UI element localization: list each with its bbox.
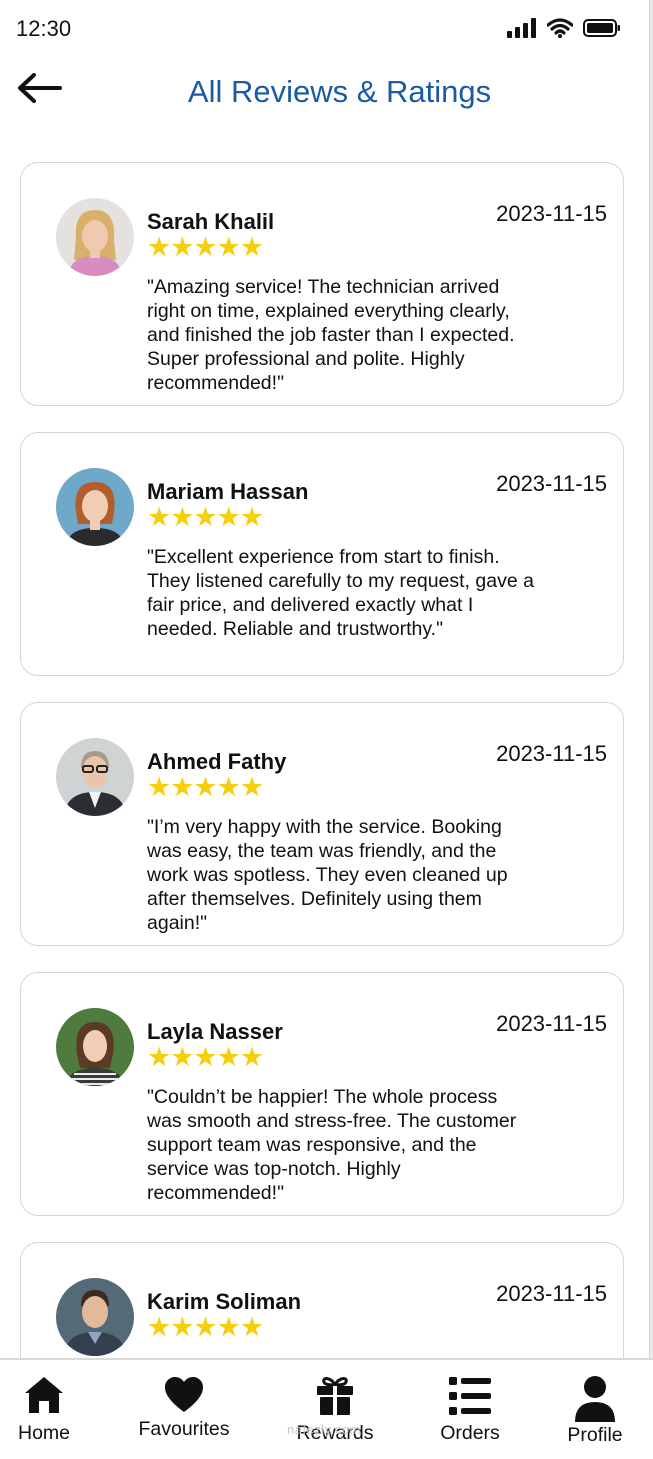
nav-label: Home [17,1422,71,1444]
nav-home[interactable]: Home [4,1360,84,1459]
frame-edge [649,0,653,1459]
nav-label: Favourites [138,1418,230,1440]
status-time: 12:30 [16,16,72,41]
page-title: All Reviews & Ratings [187,74,492,109]
review-date: 2023-11-15 [496,201,607,226]
star-rating: ★★★★★ [147,502,264,532]
review-card: Ahmed Fathy 2023-11-15 ★★★★★ "I’m very h… [20,702,624,946]
review-date: 2023-11-15 [496,741,607,766]
review-date: 2023-11-15 [496,1011,607,1036]
review-card: Sarah Khalil 2023-11-15 ★★★★★ "Amazing s… [20,162,624,406]
home-icon [25,1377,63,1413]
review-card: Mariam Hassan 2023-11-15 ★★★★★ "Excellen… [20,432,624,676]
nav-orders[interactable]: Orders [430,1360,510,1459]
status-icons [507,18,621,38]
avatar [56,1008,134,1086]
star-rating: ★★★★★ [147,1042,264,1072]
avatar [56,198,134,276]
user-icon [575,1376,615,1422]
wifi-icon [547,18,573,38]
avatar [56,468,134,546]
signal-icon [507,18,536,38]
nav-label: Profile [567,1424,623,1446]
list-icon [449,1377,491,1415]
review-card: Layla Nasser 2023-11-15 ★★★★★ "Couldn’t … [20,972,624,1216]
star-rating: ★★★★★ [147,1312,264,1342]
review-date: 2023-11-15 [496,471,607,496]
review-date: 2023-11-15 [496,1281,607,1306]
nav-profile[interactable]: Profile [555,1360,635,1459]
header: All Reviews & Ratings [0,58,653,138]
avatar [56,1278,134,1356]
nav-favourites[interactable]: Favourites [134,1360,234,1459]
review-text: "Couldn’t be happier! The whole process … [147,1086,517,1204]
star-rating: ★★★★★ [147,232,264,262]
battery-icon [583,19,620,37]
watermark: nafezly.com [287,1422,361,1437]
avatar [56,738,134,816]
review-text: "Excellent experience from start to fini… [147,546,534,640]
star-rating: ★★★★★ [147,772,264,802]
review-text: "Amazing service! The technician arrived… [147,276,515,394]
nav-label: Orders [440,1422,500,1444]
nav-rewards[interactable]: Rewards [285,1360,385,1459]
heart-icon [165,1377,203,1412]
review-text: "I’m very happy with the service. Bookin… [147,816,508,934]
review-list: Sarah Khalil 2023-11-15 ★★★★★ "Amazing s… [20,162,624,1459]
gift-icon [317,1377,353,1415]
status-bar: 12:30 [0,0,653,58]
bottom-nav: Home Favourites Rewards Orders Profile [0,1358,653,1459]
